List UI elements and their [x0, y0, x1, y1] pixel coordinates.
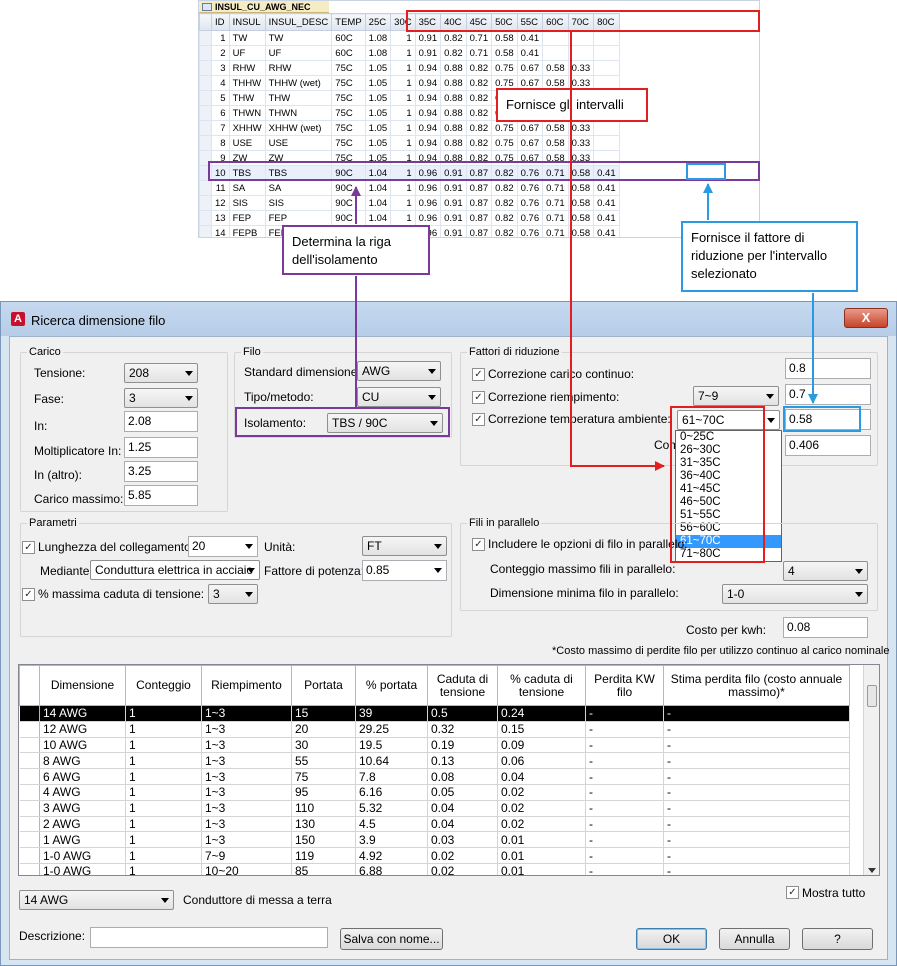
intervals-connector [570, 32, 665, 471]
factor-connector [703, 183, 818, 404]
callout-connectors [351, 32, 818, 471]
